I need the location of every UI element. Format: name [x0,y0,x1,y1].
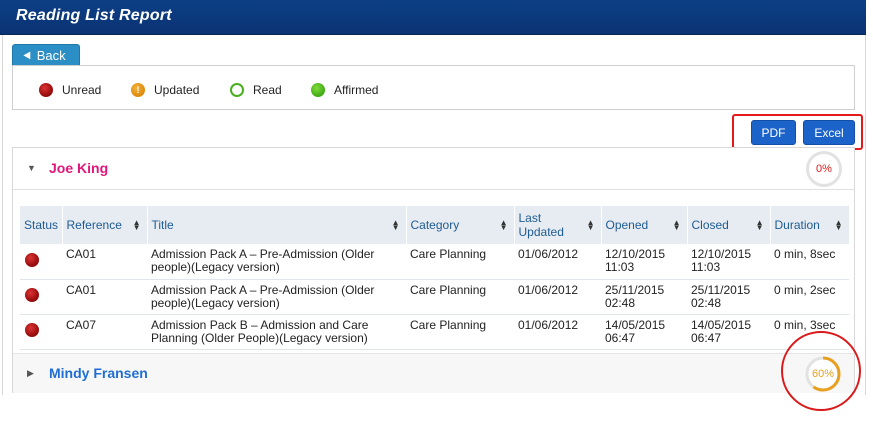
column-header-opened[interactable]: Opened ▲ ▼ [601,206,688,244]
legend-item-read: Read [230,83,282,97]
column-header-duration[interactable]: Duration ▲ ▼ [770,206,850,244]
pdf-export-button[interactable]: PDF [751,120,796,145]
sort-icon: ▲ ▼ [755,218,764,232]
opened-cell: 25/11/2015 02:48 [601,279,687,315]
title-bar: Reading List Report [0,0,866,35]
last-updated-cell: 01/06/2012 [514,279,601,315]
sort-icon: ▲ ▼ [132,218,141,232]
closed-cell: 12/10/2015 11:03 [687,244,770,280]
status-cell [20,244,62,280]
sort-icon: ▲ ▼ [586,218,595,232]
status-legend: Unread ! Updated Read Affirmed [12,65,855,110]
caret-down-icon[interactable]: ▼ [27,163,36,173]
column-header-title[interactable]: Title ▲ ▼ [147,206,407,244]
unread-dot-icon [25,323,39,337]
excel-export-button[interactable]: Excel [803,120,855,145]
legend-label: Updated [154,83,200,97]
back-button[interactable]: ◀ Back [12,44,80,66]
affirmed-dot-icon [311,83,325,97]
column-header-last-updated[interactable]: Last Updated ▲ ▼ [514,206,602,244]
sort-icon: ▲ ▼ [499,218,508,232]
table-row[interactable]: CA01 Admission Pack A – Pre-Admission (O… [20,244,849,280]
back-button-label: Back [36,47,66,63]
reader-panel: ▼ Joe King 0% Status Reference ▲ ▼ Title ▲ ▼… [12,147,855,393]
opened-cell: 14/05/2015 06:47 [601,314,687,350]
legend-item-updated: ! Updated [131,83,199,97]
duration-cell: 0 min, 2sec [770,279,849,315]
reading-list-table: Status Reference ▲ ▼ Title ▲ ▼ Category ▲ ▼ La… [20,206,850,350]
sort-icon: ▲ ▼ [834,218,843,232]
legend-label: Affirmed [334,83,379,97]
table-row[interactable]: CA01 Admission Pack A – Pre-Admission (O… [20,279,849,315]
title-cell: Admission Pack A – Pre-Admission (Older … [147,279,406,315]
category-cell: Care Planning [406,279,514,315]
category-cell: Care Planning [406,244,514,280]
person-header-joe-king[interactable]: ▼ Joe King 0% [13,148,854,190]
column-header-closed[interactable]: Closed ▲ ▼ [687,206,771,244]
chevron-left-icon: ◀ [23,49,31,61]
reference-cell: CA01 [62,244,147,280]
title-cell: Admission Pack A – Pre-Admission (Older … [147,244,406,280]
table-row[interactable]: CA07 Admission Pack B – Admission and Ca… [20,314,849,350]
page-title: Reading List Report [16,7,172,24]
legend-item-unread: Unread [39,83,101,97]
caret-right-icon[interactable]: ▶ [27,368,34,379]
status-cell [20,279,62,315]
last-updated-cell: 01/06/2012 [514,244,601,280]
status-cell [20,314,62,350]
progress-percent: 0% [816,163,832,175]
closed-cell: 25/11/2015 02:48 [687,279,770,315]
person-name[interactable]: Joe King [49,160,108,176]
title-cell: Admission Pack B – Admission and Care Pl… [147,314,406,350]
unread-dot-icon [25,252,39,267]
unread-dot-icon [39,83,53,97]
duration-cell: 0 min, 8sec [770,244,849,280]
column-header-reference[interactable]: Reference ▲ ▼ [62,206,148,244]
column-header-category[interactable]: Category ▲ ▼ [406,206,515,244]
legend-label: Read [253,83,282,97]
category-cell: Care Planning [406,314,514,350]
last-updated-cell: 01/06/2012 [514,314,601,350]
sort-icon: ▲ ▼ [391,218,400,232]
closed-cell: 14/05/2015 06:47 [687,314,770,350]
person-header-mindy-fransen[interactable]: ▶ Mindy Fransen 60% [13,353,854,393]
unread-dot-icon [25,288,39,302]
table-header-row: Status Reference ▲ ▼ Title ▲ ▼ Category ▲ ▼ La… [20,206,850,244]
reference-cell: CA07 [62,314,147,350]
person-name[interactable]: Mindy Fransen [49,365,148,381]
read-ring-icon [230,83,244,97]
legend-label: Unread [62,83,102,97]
progress-circle: 0% [806,151,842,187]
reference-cell: CA01 [62,279,147,315]
updated-exclamation-icon: ! [131,83,145,97]
legend-item-affirmed: Affirmed [311,83,378,97]
sort-icon: ▲ ▼ [672,218,681,232]
opened-cell: 12/10/2015 11:03 [601,244,687,280]
column-header-status: Status [20,206,63,244]
progress-highlight [781,331,861,411]
